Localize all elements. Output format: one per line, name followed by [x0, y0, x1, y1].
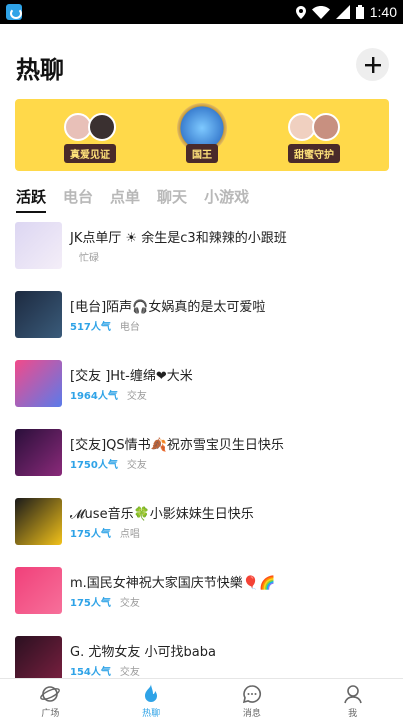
room-title: JK点单厅 ☀ 余生是c3和辣辣的小跟班 — [70, 231, 287, 246]
list-item[interactable]: m.国民女神祝大家国庆节快樂🎈🌈 175人气 交友 — [0, 555, 403, 624]
room-title: [交友]QS情书🍂祝亦雪宝贝生日快乐 — [70, 438, 284, 453]
room-category: 忙碌 — [79, 253, 99, 264]
room-category: 交友 — [119, 598, 140, 609]
room-title: [电台]陌声🎧女娲真的是太可爱啦 — [70, 300, 266, 315]
banner-sweet-guard[interactable]: 甜蜜守护 — [259, 103, 369, 167]
clock: 1:40 — [369, 4, 397, 20]
room-thumbnail — [15, 567, 62, 614]
location-icon — [295, 5, 306, 19]
room-thumbnail — [15, 291, 62, 338]
flame-icon — [145, 684, 158, 702]
room-category: 交友 — [126, 460, 147, 471]
room-thumbnail — [15, 222, 62, 269]
tab-messages[interactable]: 消息 — [202, 679, 303, 719]
tab-radio[interactable]: 电台 — [63, 186, 93, 213]
room-category: 交友 — [126, 391, 147, 402]
list-item[interactable]: [交友]QS情书🍂祝亦雪宝贝生日快乐 1750人气 交友 — [0, 417, 403, 486]
banner-true-love[interactable]: 真爱见证 — [35, 103, 145, 167]
room-category: 电台 — [119, 322, 140, 333]
room-thumbnail — [15, 360, 62, 407]
avatar — [88, 113, 116, 141]
list-item[interactable]: [交友 ]Ht-缠绵❤大米 1964人气 交友 — [0, 348, 403, 417]
app-notification-icon — [6, 4, 22, 20]
banner-label: 真爱见证 — [64, 144, 116, 163]
room-popularity: 154人气 — [70, 667, 111, 678]
tab-active[interactable]: 活跃 — [16, 186, 47, 213]
list-item[interactable]: JK点单厅 ☀ 余生是c3和辣辣的小跟班 忙碌 — [0, 210, 403, 279]
signal-icon — [335, 5, 350, 19]
room-title: m.国民女神祝大家国庆节快樂🎈🌈 — [70, 576, 276, 591]
tab-label: 广场 — [41, 709, 60, 719]
room-popularity: 1964人气 — [70, 391, 118, 402]
list-item[interactable]: 𝓜use音乐🍀小影妹妹生日快乐 175人气 点唱 — [0, 486, 403, 555]
room-title: [交友 ]Ht-缠绵❤大米 — [70, 369, 193, 384]
tab-label: 消息 — [242, 709, 261, 719]
room-list: JK点单厅 ☀ 余生是c3和辣辣的小跟班 忙碌 [电台]陌声🎧女娲真的是太可爱啦… — [0, 210, 403, 693]
tab-label: 我 — [348, 709, 358, 719]
bottom-tab-bar: 广场 热聊 消息 我 — [0, 678, 403, 719]
category-tabs: 活跃 电台 点单 聊天 小游戏 — [16, 186, 249, 213]
banner-label: 甜蜜守护 — [288, 144, 340, 163]
avatar — [312, 113, 340, 141]
banner-label: 国王 — [186, 144, 218, 163]
room-thumbnail — [15, 636, 62, 683]
room-category: 交友 — [119, 667, 140, 678]
battery-icon — [355, 5, 364, 19]
status-bar: 1:40 — [0, 0, 403, 24]
room-title: 𝓜use音乐🍀小影妹妹生日快乐 — [70, 507, 254, 522]
room-thumbnail — [15, 429, 62, 476]
tab-hot-chat[interactable]: 热聊 — [101, 679, 202, 719]
ranking-banner[interactable]: 真爱见证 国王 甜蜜守护 — [15, 99, 389, 171]
room-popularity: 175人气 — [70, 598, 111, 609]
tab-label: 热聊 — [142, 709, 161, 719]
tab-me[interactable]: 我 — [302, 679, 403, 719]
add-room-button[interactable] — [356, 48, 389, 81]
tab-square[interactable]: 广场 — [0, 679, 101, 719]
page-title: 热聊 — [16, 57, 64, 84]
room-popularity: 517人气 — [70, 322, 111, 333]
wifi-icon — [311, 5, 330, 19]
room-thumbnail — [15, 498, 62, 545]
planet-icon — [40, 686, 61, 702]
chat-icon — [242, 685, 261, 704]
tab-mini-games[interactable]: 小游戏 — [204, 186, 249, 213]
list-item[interactable]: [电台]陌声🎧女娲真的是太可爱啦 517人气 电台 — [0, 279, 403, 348]
room-category: 点唱 — [119, 529, 140, 540]
plus-icon — [364, 56, 381, 73]
room-title: G. 尤物女友 小可找baba — [70, 645, 216, 660]
room-popularity: 1750人气 — [70, 460, 118, 471]
tab-order[interactable]: 点单 — [110, 186, 140, 213]
person-icon — [343, 685, 362, 704]
banner-king[interactable]: 国王 — [147, 103, 257, 167]
room-popularity: 175人气 — [70, 529, 111, 540]
tab-chat[interactable]: 聊天 — [157, 186, 187, 213]
